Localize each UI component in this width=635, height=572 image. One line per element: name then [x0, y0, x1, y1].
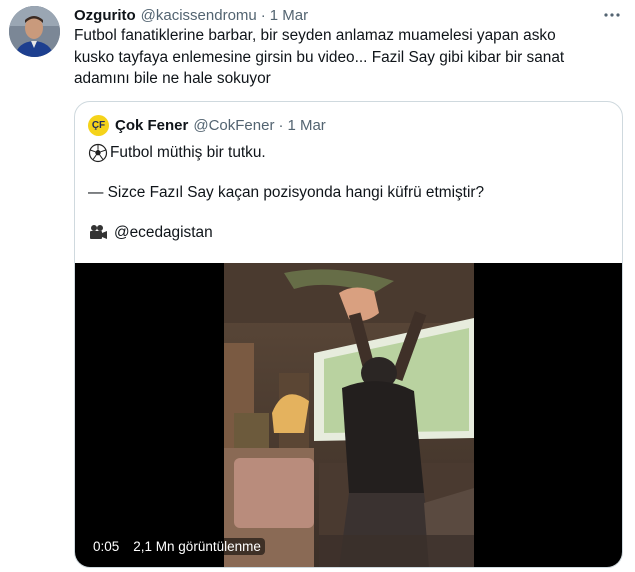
quoted-tweet-date[interactable]: 1 Mar [287, 117, 325, 134]
movie-camera-icon [88, 223, 108, 243]
quoted-avatar[interactable]: ÇF [88, 114, 109, 136]
tweet-date[interactable]: 1 Mar [270, 7, 308, 24]
video-duration: 0:05 [89, 537, 124, 555]
tweet-text: Futbol fanatiklerine barbar, bir seyden … [74, 25, 614, 90]
quoted-text-line-3: @ecedagistan [88, 222, 608, 243]
soccer-ball-icon [88, 143, 108, 163]
quoted-text-line-2: — Sizce Fazıl Say kaçan pozisyonda hangi… [88, 184, 485, 201]
tweet-header: Ozgurito @kacissendromu · 1 Mar [74, 7, 308, 27]
quoted-text-line-1: Futbol müthiş bir tutku. [88, 142, 608, 163]
tweet-text-line: Futbol fanatiklerine barbar, bir seyden … [74, 27, 556, 44]
avatar[interactable] [9, 6, 60, 57]
video-overlay: 0:05 2,1 Mn görüntülenme [89, 536, 265, 556]
quoted-separator-dot: · [278, 116, 284, 134]
quoted-tweet-text: Futbol müthiş bir tutku. — Sizce Fazıl S… [88, 142, 608, 243]
quoted-display-name[interactable]: Çok Fener [115, 117, 188, 134]
tweet-text-line: kusko tayfaya enlemesine girsin bu video… [74, 48, 565, 66]
user-handle[interactable]: @kacissendromu [141, 7, 257, 24]
video-frame[interactable] [224, 263, 474, 567]
quoted-tweet-header: ÇF Çok Fener @CokFener · 1 Mar [88, 114, 326, 136]
video-views: 2,1 Mn görüntülenme [129, 537, 265, 555]
video-player[interactable]: 0:05 2,1 Mn görüntülenme [75, 263, 622, 567]
more-horizontal-icon[interactable] [601, 4, 623, 26]
quoted-user-handle[interactable]: @CokFener [193, 117, 274, 134]
mention-link[interactable]: @ecedagistan [114, 222, 213, 243]
separator-dot: · [260, 7, 266, 24]
tweet-text-line: adamını bile ne hale sokuyor [74, 70, 271, 87]
quoted-tweet[interactable]: ÇF Çok Fener @CokFener · 1 Mar Futbol mü… [74, 101, 623, 568]
quoted-text-line-1-label: Futbol müthiş bir tutku. [110, 144, 266, 161]
display-name[interactable]: Ozgurito [74, 7, 136, 24]
